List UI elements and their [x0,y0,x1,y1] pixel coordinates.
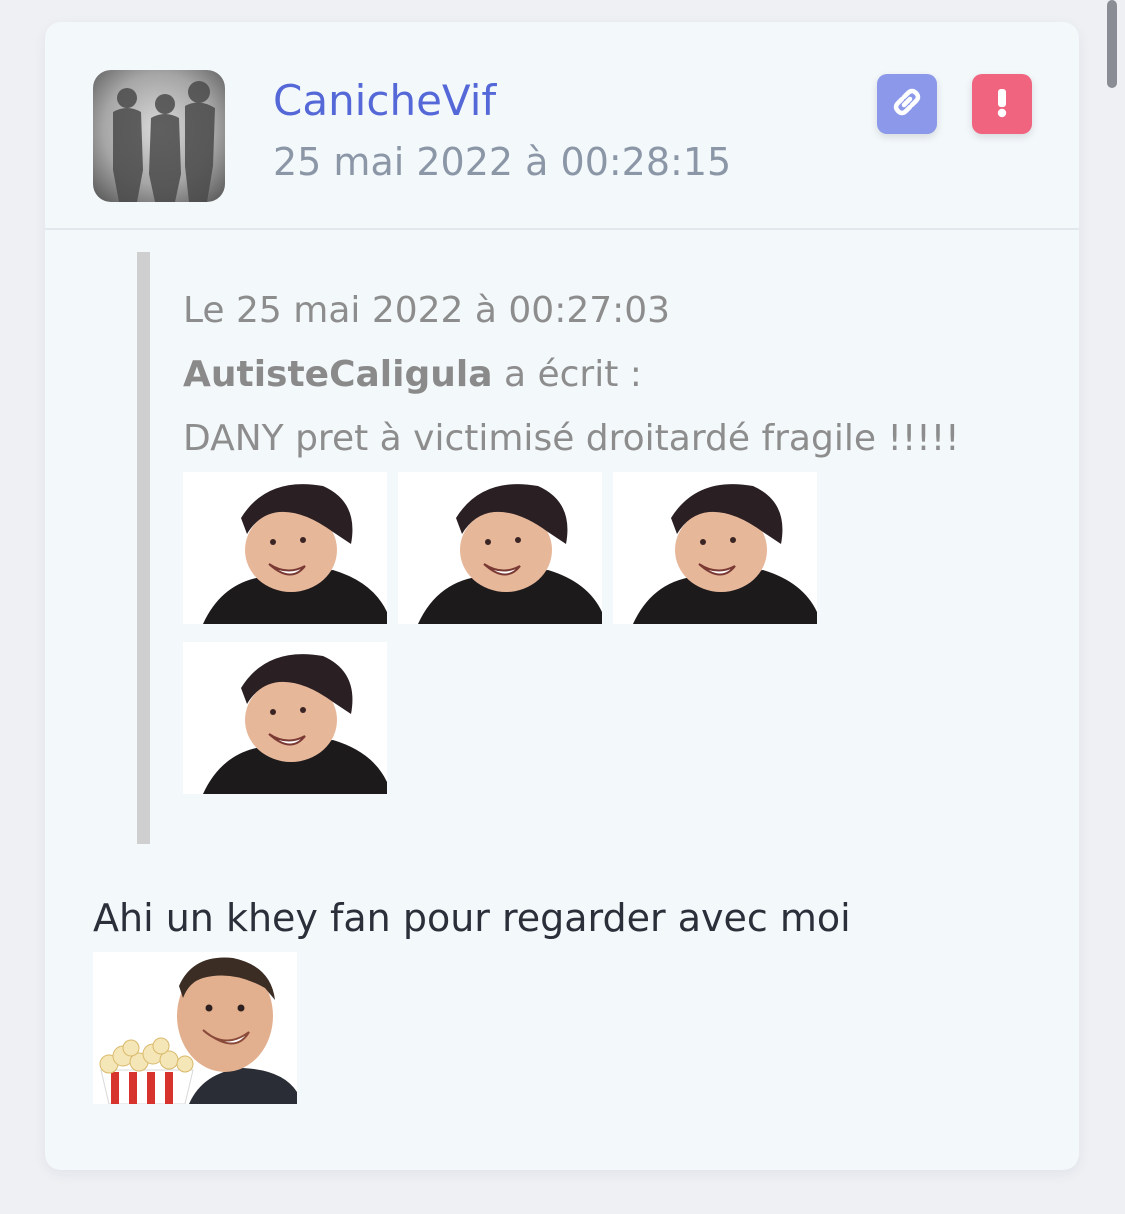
page: CanicheVif 25 mai 2022 à 00:28:15 Le 25 … [0,0,1125,1214]
reply-text: Ahi un khey fan pour regarder avec moi [93,896,851,940]
scrollbar[interactable] [1107,0,1117,88]
quote-text: DANY pret à victimisé droitardé fragile … [183,418,960,459]
permalink-button[interactable] [877,74,937,134]
quote-author-suffix: a écrit : [492,354,642,395]
post-username[interactable]: CanicheVif [273,76,496,125]
smiling-man-sticker[interactable] [398,472,602,624]
post-header: CanicheVif 25 mai 2022 à 00:28:15 [45,22,1079,230]
popcorn-man-sticker[interactable] [93,952,297,1104]
exclamation-icon [985,85,1019,123]
quote-author-line: AutisteCaligula a écrit : [183,354,642,395]
post-date: 25 mai 2022 à 00:28:15 [273,140,732,184]
quote-author[interactable]: AutisteCaligula [183,354,493,395]
smiling-man-sticker[interactable] [183,472,387,624]
report-button[interactable] [972,74,1032,134]
link-icon [890,85,924,123]
quote-block: Le 25 mai 2022 à 00:27:03 AutisteCaligul… [137,252,1050,844]
forum-post-card: CanicheVif 25 mai 2022 à 00:28:15 Le 25 … [45,22,1079,1170]
quote-meta: Le 25 mai 2022 à 00:27:03 [183,290,671,331]
avatar[interactable] [93,70,225,202]
smiling-man-sticker[interactable] [613,472,817,624]
smiling-man-sticker[interactable] [183,642,387,794]
